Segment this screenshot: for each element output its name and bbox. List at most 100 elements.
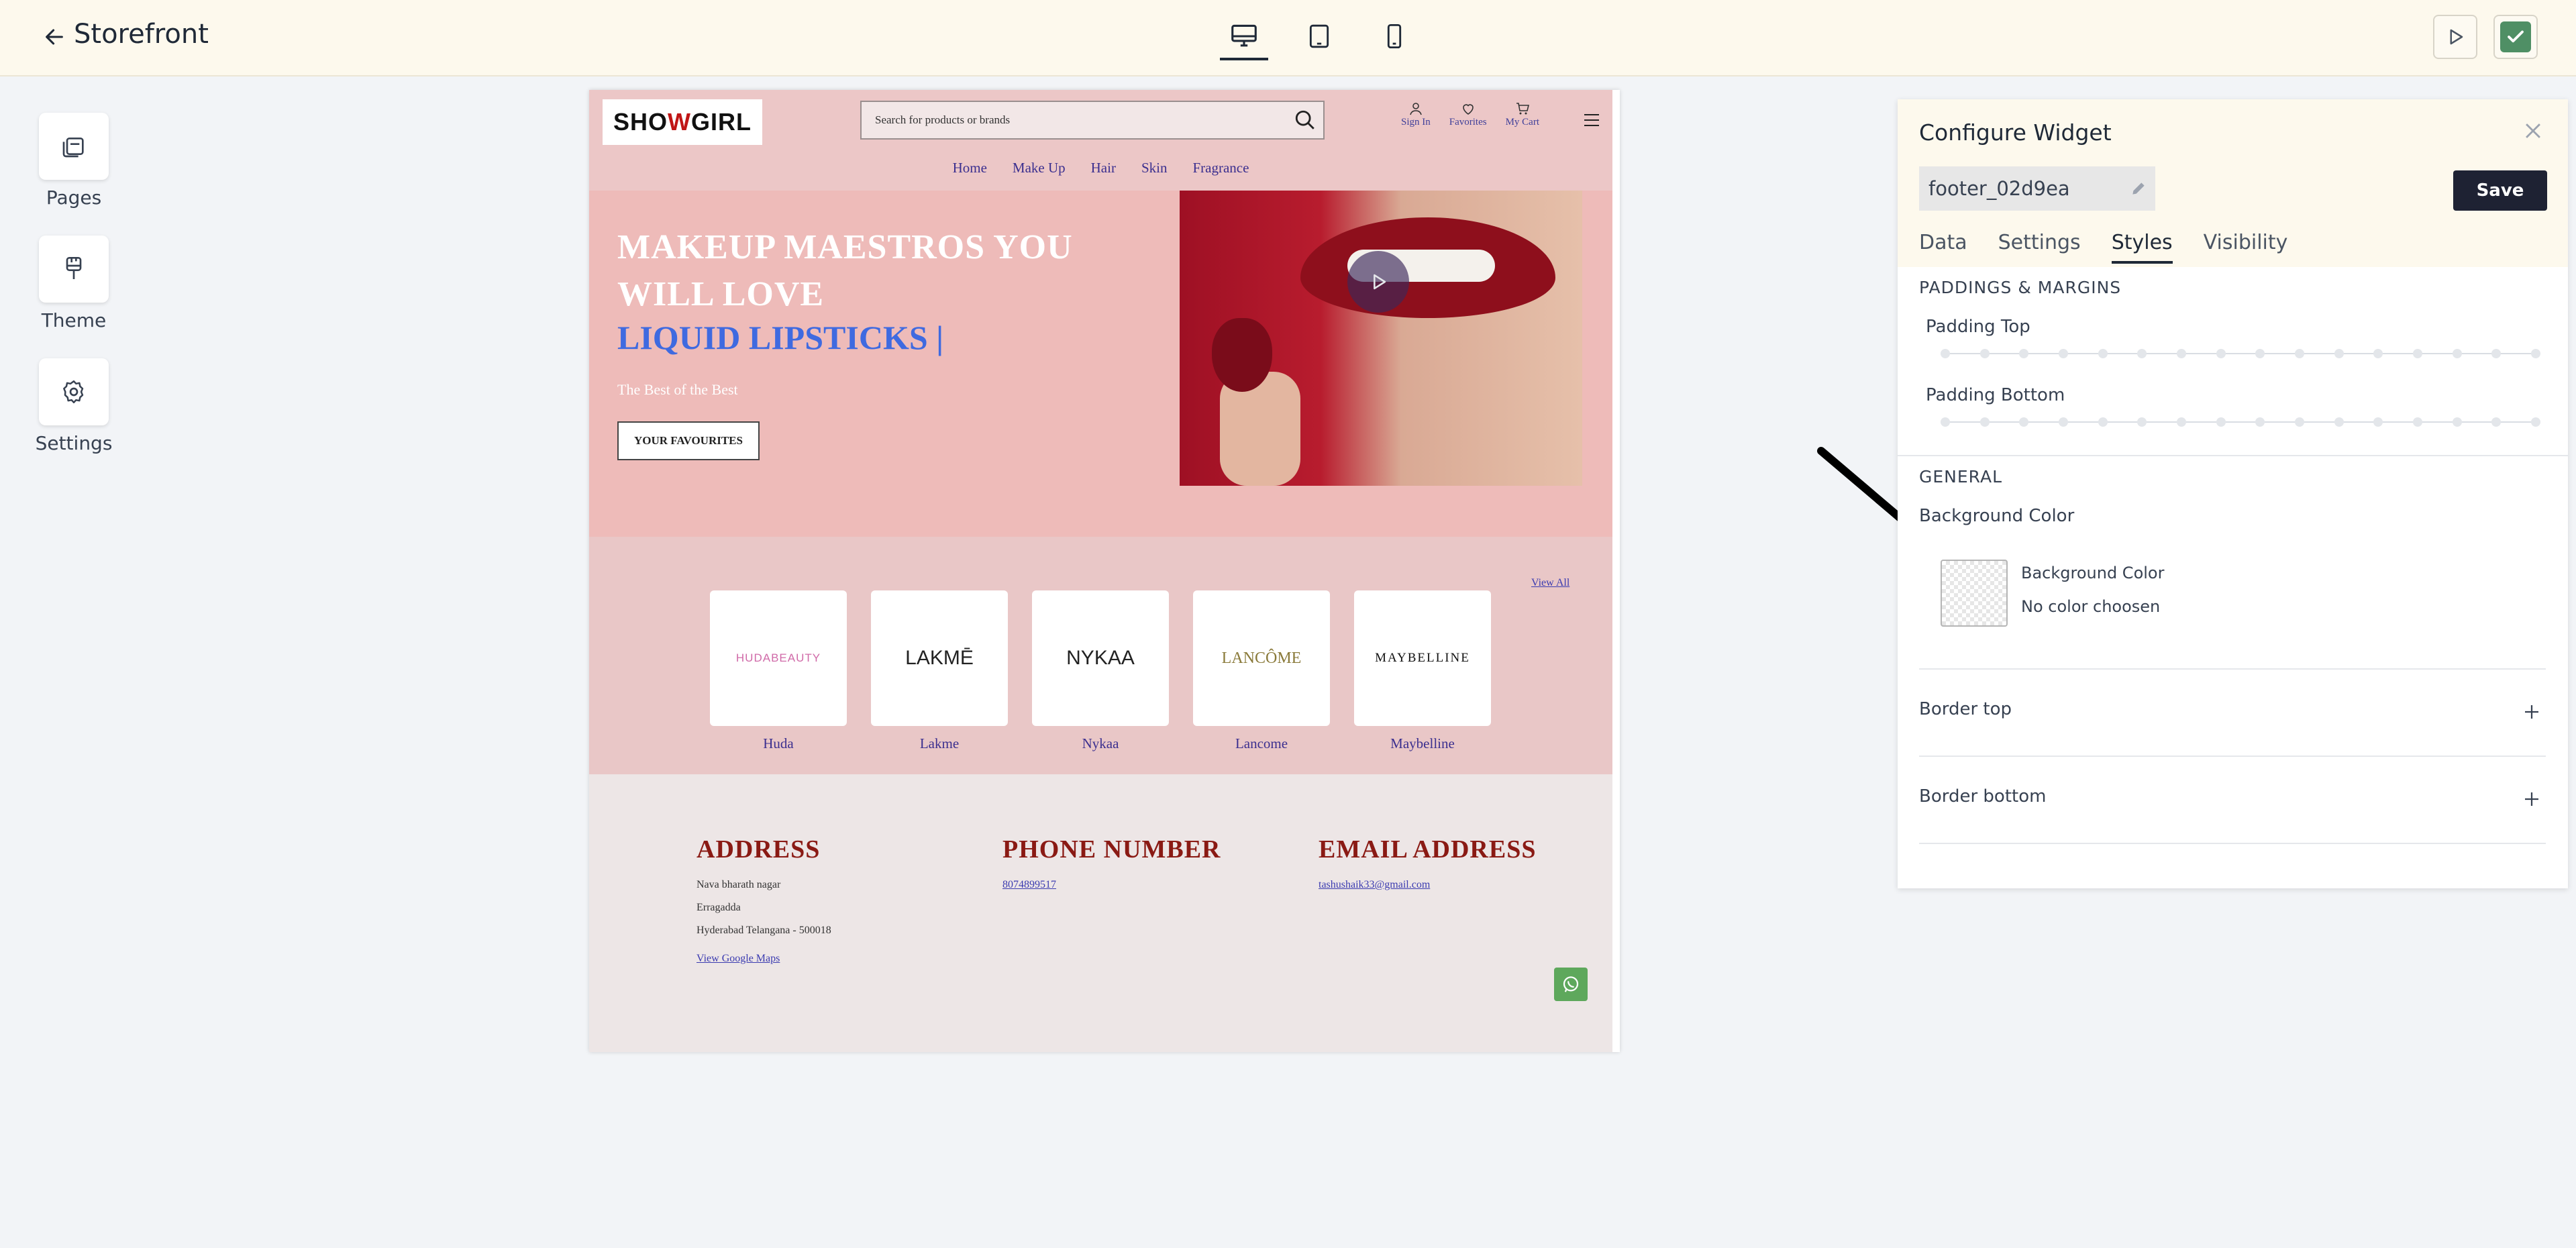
padding-bottom-slider[interactable] <box>1941 417 2540 427</box>
slider-tick <box>2177 417 2186 427</box>
slider-tick <box>1979 349 1990 358</box>
pencil-icon[interactable] <box>2130 180 2147 197</box>
expand-border-top-icon[interactable] <box>2522 702 2542 722</box>
slider-tick <box>2452 349 2462 358</box>
mobile-icon <box>1387 23 1402 49</box>
slider-tick <box>2255 349 2265 358</box>
tablet-icon <box>1309 24 1329 48</box>
email-link[interactable]: tashushaik33@gmail.com <box>1319 879 1536 891</box>
favorites-button[interactable]: Favorites <box>1449 101 1487 128</box>
publish-button[interactable] <box>2493 15 2538 59</box>
hero-video[interactable] <box>1180 191 1582 486</box>
brand-card-huda[interactable]: HUDABEAUTY Huda <box>710 590 847 752</box>
slider-tick <box>2531 417 2540 427</box>
tab-data[interactable]: Data <box>1919 231 1967 264</box>
address-line: Nava bharath nagar <box>697 879 781 890</box>
desktop-icon <box>1231 24 1257 47</box>
widget-name-field[interactable]: footer_02d9ea <box>1919 166 2155 211</box>
padding-top-slider[interactable] <box>1941 349 2540 358</box>
store-header: SHO W GIRL Search for products or brands … <box>589 90 1612 191</box>
slider-tick <box>2019 417 2029 427</box>
video-play-button[interactable] <box>1347 251 1409 313</box>
sign-in-button[interactable]: Sign In <box>1401 101 1431 128</box>
slider-tick <box>2491 349 2502 358</box>
nav-fragrance[interactable]: Fragrance <box>1192 160 1249 176</box>
address-line: Erragadda <box>697 902 741 913</box>
brand-logo: LAKMĒ <box>905 647 974 669</box>
bg-color-value: No color choosen <box>2021 597 2161 616</box>
hero-heading: MAKEUP MAESTROS YOU WILL LOVE <box>617 228 1073 313</box>
tab-visibility[interactable]: Visibility <box>2204 231 2288 264</box>
brand-name: Huda <box>763 735 794 751</box>
menu-icon[interactable] <box>1582 113 1601 127</box>
mobile-view-button[interactable] <box>1370 15 1419 58</box>
nav-hair[interactable]: Hair <box>1091 160 1116 176</box>
configure-widget-panel: Configure Widget footer_02d9ea Save Data… <box>1898 99 2568 888</box>
hero-cta-button[interactable]: YOUR FAVOURITES <box>617 421 760 460</box>
store-footer[interactable]: ADDRESS Nava bharath nagar Erragadda Hyd… <box>589 774 1612 1052</box>
desktop-view-button[interactable] <box>1220 15 1268 60</box>
section-divider <box>1898 455 2568 456</box>
slider-tick <box>1941 417 1950 427</box>
slider-tick <box>2255 417 2265 427</box>
slider-tick <box>2295 417 2304 427</box>
brand-logo: MAYBELLINE <box>1375 651 1470 665</box>
slider-tick <box>2019 349 2029 358</box>
expand-border-bottom-icon[interactable] <box>2522 789 2542 809</box>
bg-color-swatch[interactable] <box>1941 560 2008 627</box>
slider-tick <box>1941 349 1950 358</box>
slider-tick <box>2216 417 2226 427</box>
phone-heading: PHONE NUMBER <box>1002 835 1221 864</box>
border-bottom-label: Border bottom <box>1919 786 2047 807</box>
tab-styles[interactable]: Styles <box>2111 231 2173 264</box>
preview-play-button[interactable] <box>2433 15 2477 59</box>
whatsapp-button[interactable] <box>1554 968 1588 1001</box>
cart-icon <box>1516 103 1529 115</box>
brand-name: Lakme <box>919 735 960 751</box>
padding-bottom-label: Padding Bottom <box>1926 385 2065 405</box>
address-line: Hyderabad Telangana - 500018 <box>697 925 831 936</box>
general-section-heading: GENERAL <box>1919 467 2003 486</box>
sidenav-item-pages[interactable]: Pages <box>36 113 111 209</box>
phone-link[interactable]: 8074899517 <box>1002 879 1221 891</box>
slider-tick <box>2137 417 2147 427</box>
nav-makeup[interactable]: Make Up <box>1013 160 1066 176</box>
brand-card-maybelline[interactable]: MAYBELLINE Maybelline <box>1354 590 1491 752</box>
search-icon[interactable] <box>1294 109 1317 132</box>
brand-name: Nykaa <box>1082 735 1119 751</box>
brand-card-lakme[interactable]: LAKMĒ Lakme <box>871 590 1008 752</box>
tablet-view-button[interactable] <box>1295 15 1343 58</box>
brand-card-nykaa[interactable]: NYKAA Nykaa <box>1032 590 1169 752</box>
slider-tick <box>2413 349 2422 358</box>
store-logo[interactable]: SHO W GIRL <box>603 99 762 145</box>
slider-tick <box>2413 417 2422 427</box>
slider-tick <box>2373 417 2383 427</box>
email-heading: EMAIL ADDRESS <box>1319 835 1537 864</box>
sidenav-item-settings[interactable]: Settings <box>36 358 112 454</box>
store-search-input[interactable]: Search for products or brands <box>860 101 1325 140</box>
slider-tick <box>2334 349 2344 358</box>
slider-tick <box>2098 417 2108 427</box>
padding-top-label: Padding Top <box>1926 317 2030 337</box>
nav-home[interactable]: Home <box>953 160 987 176</box>
tab-settings[interactable]: Settings <box>1998 231 2081 264</box>
sidenav-item-theme[interactable]: Theme <box>36 236 111 331</box>
hero-banner: MAKEUP MAESTROS YOU WILL LOVE LIQUID LIP… <box>589 191 1612 537</box>
brand-name: Lancome <box>1235 735 1288 751</box>
heart-icon <box>1462 104 1474 115</box>
cart-button[interactable]: My Cart <box>1506 101 1539 128</box>
view-all-link[interactable]: View All <box>1531 577 1569 589</box>
row-divider <box>1919 756 2546 757</box>
bg-color-label: Background Color <box>1919 506 2075 526</box>
brand-card-lancome[interactable]: LANCÔME Lancome <box>1193 590 1330 752</box>
panel-tabs: Data Settings Styles Visibility <box>1919 231 2287 264</box>
nav-skin[interactable]: Skin <box>1141 160 1168 176</box>
device-switcher <box>1220 15 1419 60</box>
store-nav: Home Make Up Hair Skin Fragrance <box>589 160 1612 176</box>
hero-highlight: LIQUID LIPSTICKS | <box>617 319 944 356</box>
save-button[interactable]: Save <box>2453 170 2547 211</box>
close-icon[interactable] <box>2522 119 2544 142</box>
google-maps-link[interactable]: View Google Maps <box>697 953 831 965</box>
back-button[interactable] <box>38 20 71 54</box>
slider-tick <box>2059 417 2068 427</box>
